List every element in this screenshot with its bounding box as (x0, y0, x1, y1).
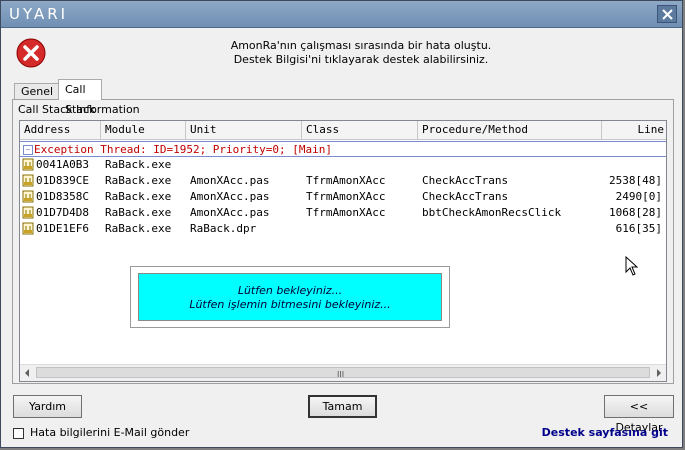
table-row[interactable]: 01D839CE RaBack.exe AmonXAcc.pas TfrmAmo… (20, 173, 666, 189)
column-header-procedure[interactable]: Procedure/Method (418, 121, 602, 139)
email-checkbox[interactable] (13, 428, 24, 439)
horizontal-scrollbar[interactable]: III (20, 364, 666, 381)
cell-unit: AmonXAcc.pas (190, 190, 270, 203)
help-button[interactable]: Yardım (13, 395, 82, 418)
cell-address: 01D839CE (36, 174, 89, 187)
close-button[interactable] (657, 5, 677, 23)
cell-class: TfrmAmonXAcc (306, 206, 386, 219)
library-icon (22, 158, 34, 171)
column-header-line[interactable]: Line (602, 121, 666, 139)
wait-message-line-2: Lütfen işlemin bitmesini bekleyiniz... (189, 298, 391, 311)
support-link[interactable]: Destek sayfasına git (542, 426, 668, 439)
error-message-line-1: AmonRa'nın çalışması sırasında bir hata … (230, 39, 492, 52)
window-title: UYARI (9, 5, 69, 23)
collapse-icon[interactable]: − (23, 145, 33, 155)
wait-message: Lütfen bekleyiniz... Lütfen işlemin bitm… (138, 273, 442, 321)
library-icon (22, 190, 34, 203)
cell-module: RaBack.exe (105, 158, 172, 171)
table-row[interactable]: 0041A0B3 RaBack.exe (20, 157, 666, 173)
scrollbar-grip: III (337, 370, 345, 379)
error-message-line-2: Destek Bilgisi'ni tıklayarak destek alab… (233, 53, 489, 66)
cell-unit: AmonXAcc.pas (190, 206, 270, 219)
cell-line: 1068[28] (609, 206, 662, 219)
cell-module: RaBack.exe (105, 222, 172, 235)
cell-module: RaBack.exe (105, 206, 172, 219)
cell-unit: AmonXAcc.pas (190, 174, 270, 187)
cell-class: TfrmAmonXAcc (306, 174, 386, 187)
cell-line: 2538[48] (609, 174, 662, 187)
exception-text: Exception Thread: ID=1952; Priority=0; [… (34, 143, 333, 156)
library-icon (22, 206, 34, 219)
scroll-right-icon[interactable] (651, 366, 666, 380)
call-stack-panel: Call Stack Information Address Module Un… (12, 99, 674, 384)
wait-message-line-1: Lütfen bekleyiniz... (237, 284, 343, 297)
scroll-left-icon[interactable] (20, 366, 35, 380)
table-row[interactable]: 01D8358C RaBack.exe AmonXAcc.pas TfrmAmo… (20, 189, 666, 205)
table-row[interactable]: 01D7D4D8 RaBack.exe AmonXAcc.pas TfrmAmo… (20, 205, 666, 221)
column-header-class[interactable]: Class (302, 121, 418, 139)
table-row[interactable]: 01DE1EF6 RaBack.exe RaBack.dpr 616[35] (20, 221, 666, 237)
error-icon (16, 38, 46, 68)
call-stack-grid[interactable]: Address Module Unit Class Procedure/Meth… (19, 120, 667, 382)
mouse-cursor-icon (625, 256, 639, 276)
email-checkbox-label[interactable]: Hata bilgilerini E-Mail gönder (30, 426, 189, 439)
title-bar[interactable]: UYARI (1, 1, 682, 28)
tab-general[interactable]: Genel (14, 83, 61, 99)
cell-address: 0041A0B3 (36, 158, 89, 171)
close-icon (662, 9, 673, 20)
error-message: AmonRa'nın çalışması sırasında bir hata … (61, 39, 661, 67)
cell-class: TfrmAmonXAcc (306, 190, 386, 203)
exception-row[interactable]: − Exception Thread: ID=1952; Priority=0;… (20, 141, 666, 157)
error-dialog: UYARI AmonRa'nın çalışması sırasında bir… (0, 0, 683, 448)
column-header-module[interactable]: Module (101, 121, 186, 139)
cell-address: 01D8358C (36, 190, 89, 203)
library-icon (22, 174, 34, 187)
details-button[interactable]: << Detaylar (604, 395, 674, 434)
cell-address: 01D7D4D8 (36, 206, 89, 219)
cell-address: 01DE1EF6 (36, 222, 89, 235)
tab-call-stack[interactable]: Call Stack (58, 79, 103, 116)
ok-button[interactable]: Tamam (308, 395, 377, 418)
grid-header: Address Module Unit Class Procedure/Meth… (20, 121, 666, 140)
cell-line: 2490[0] (615, 190, 662, 203)
cell-line: 616[35] (615, 222, 662, 235)
cell-module: RaBack.exe (105, 190, 172, 203)
cell-procedure: CheckAccTrans (422, 190, 509, 203)
cell-procedure: bbtCheckAmonRecsClick (422, 206, 562, 219)
cell-module: RaBack.exe (105, 174, 172, 187)
library-icon (22, 222, 34, 235)
wait-dialog: Lütfen bekleyiniz... Lütfen işlemin bitm… (130, 266, 450, 328)
column-header-address[interactable]: Address (20, 121, 101, 139)
scrollbar-thumb[interactable]: III (36, 367, 650, 379)
cell-procedure: CheckAccTrans (422, 174, 509, 187)
cell-unit: RaBack.dpr (190, 222, 257, 235)
column-header-unit[interactable]: Unit (186, 121, 302, 139)
